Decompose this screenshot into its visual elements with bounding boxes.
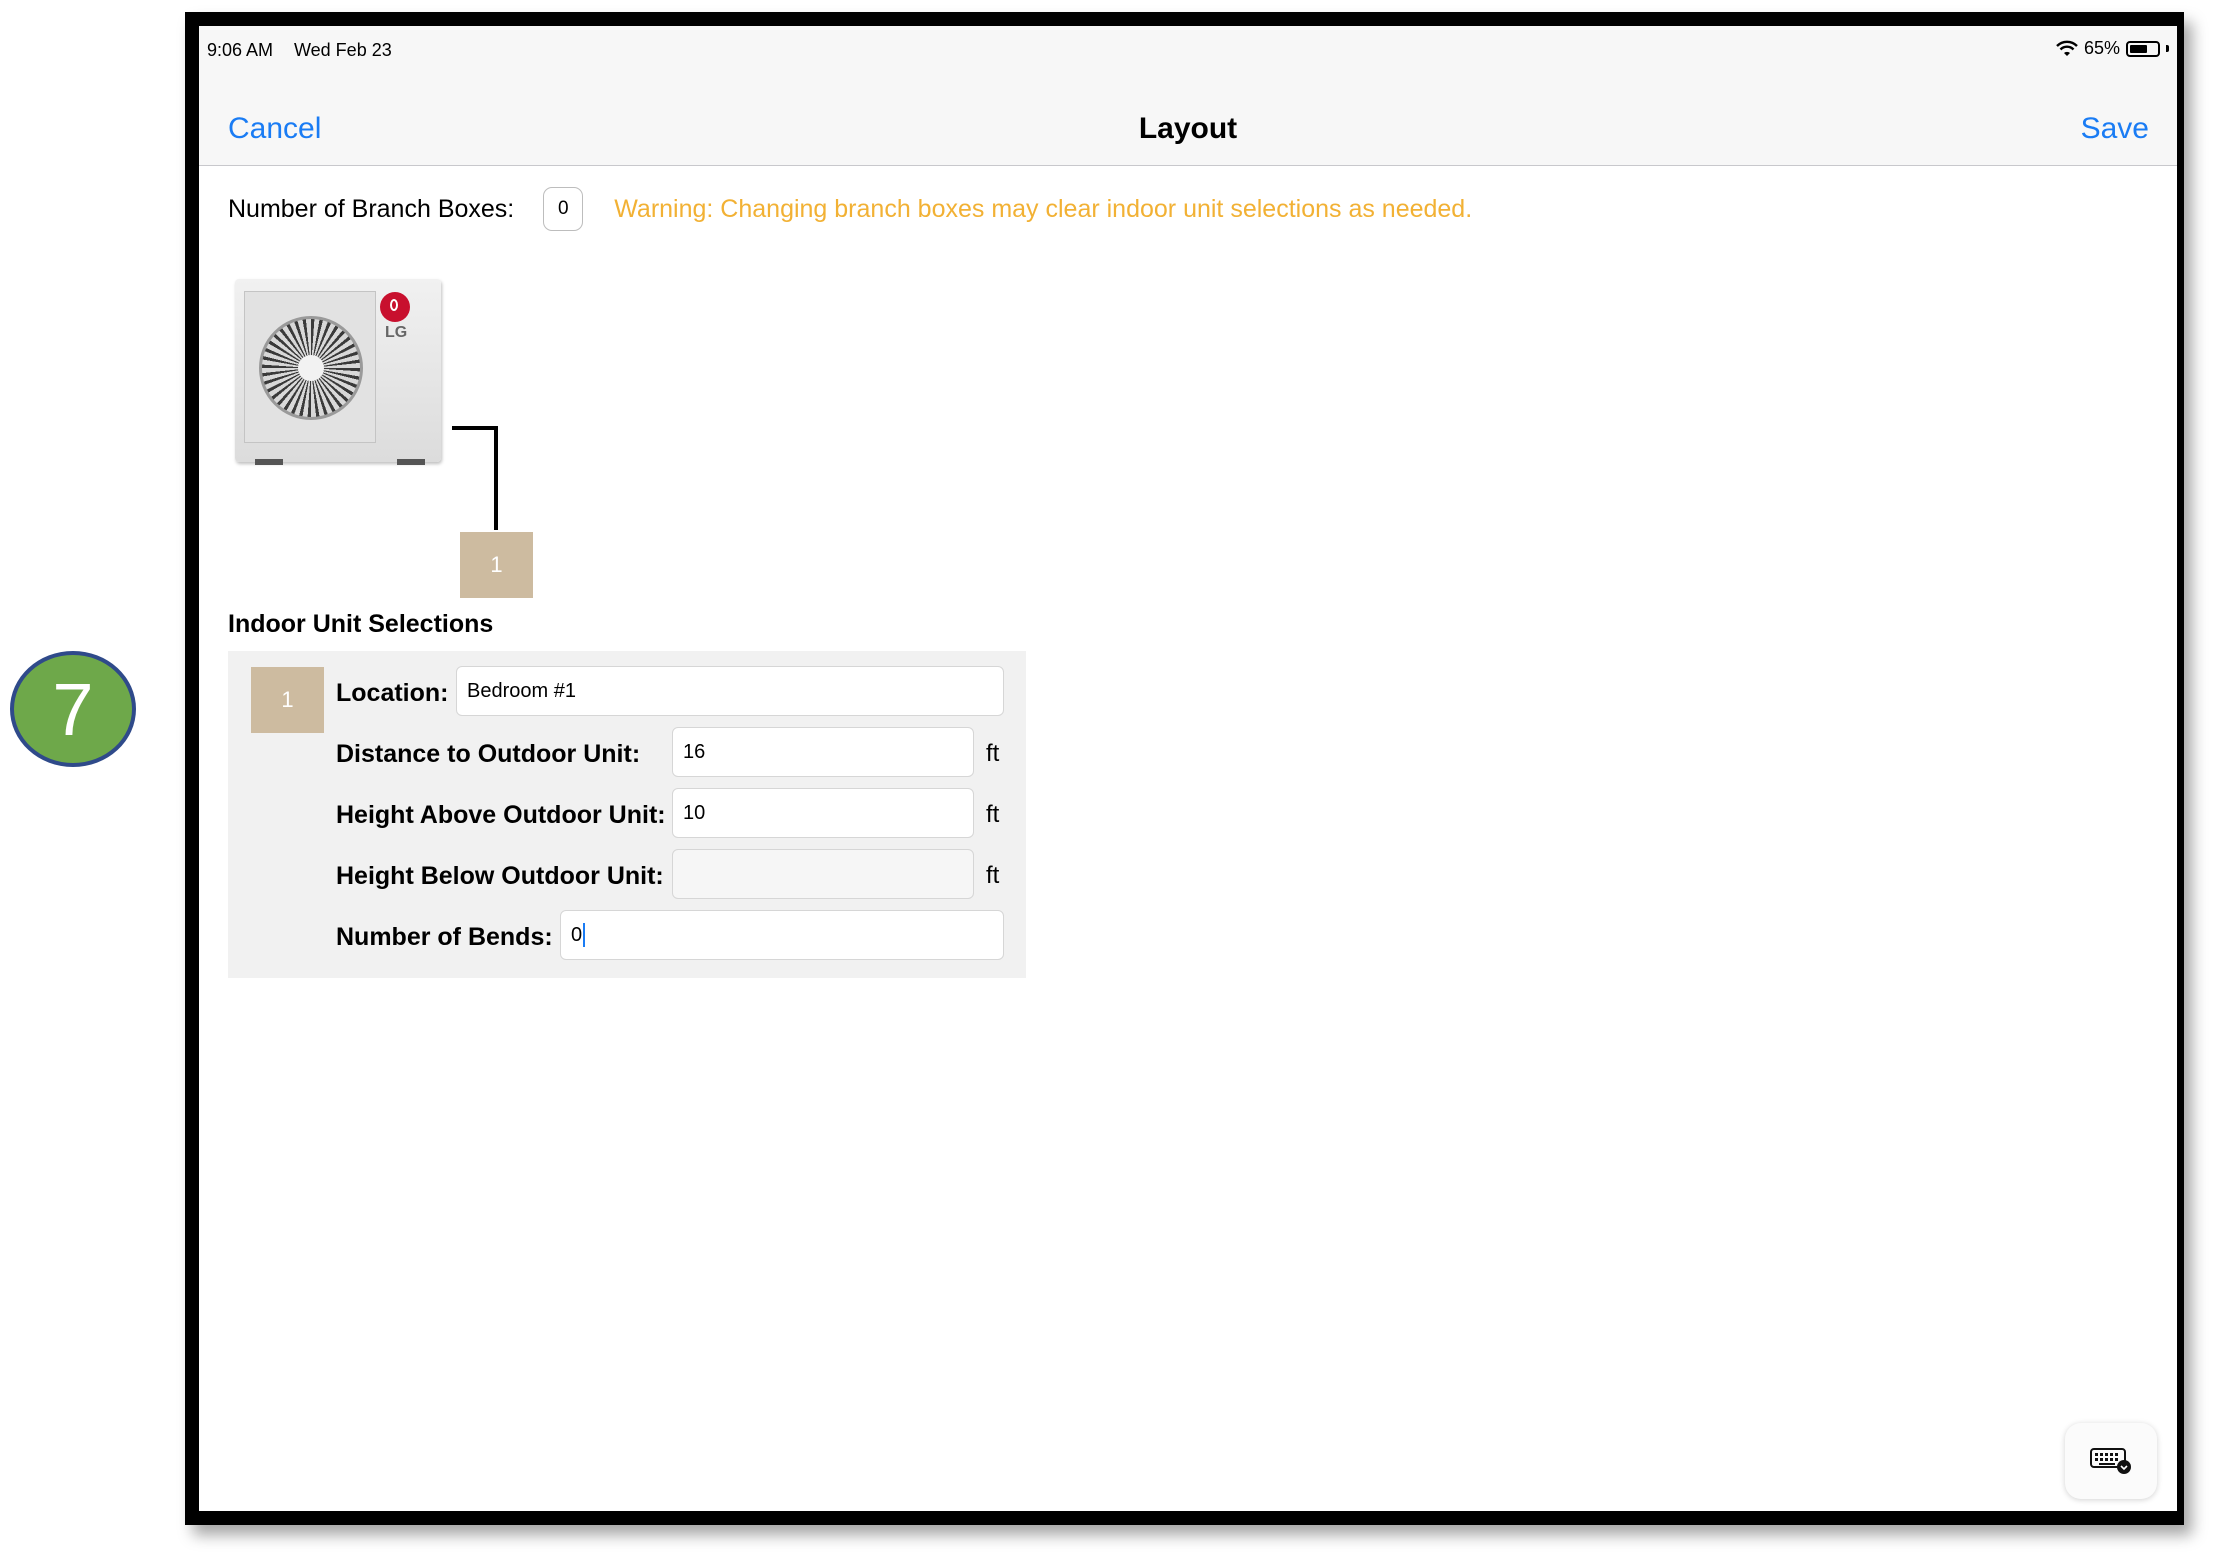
keyboard-dismiss-icon	[2090, 1448, 2131, 1474]
outdoor-unit-grille	[244, 291, 376, 443]
tablet-frame: 9:06 AM Wed Feb 23 65% Cancel Layout Sav…	[185, 12, 2184, 1525]
battery-cap	[2166, 45, 2169, 52]
outdoor-unit-image: LG	[235, 279, 441, 465]
branch-boxes-label: Number of Branch Boxes:	[228, 194, 515, 223]
height-below-input[interactable]	[672, 849, 974, 899]
status-bar: 9:06 AM Wed Feb 23 65%	[199, 26, 2177, 70]
branch-boxes-warning: Warning: Changing branch boxes may clear…	[614, 194, 1473, 223]
height-above-unit: ft	[986, 801, 1000, 828]
location-label: Location:	[336, 679, 449, 707]
battery-percent: 65%	[2083, 38, 2120, 58]
bends-input[interactable]: 0	[560, 910, 1004, 960]
navigation-bar: Cancel Layout Save	[199, 70, 2177, 166]
status-time: 9:06 AM	[207, 40, 274, 60]
outdoor-unit-feet	[255, 459, 425, 465]
page-title: Layout	[1138, 112, 1238, 145]
step-number-badge: 7	[10, 651, 136, 767]
text-cursor	[583, 923, 586, 947]
status-indicators: 65%	[2056, 38, 2169, 59]
indoor-unit-selections-heading: Indoor Unit Selections	[228, 610, 494, 638]
status-date: Wed Feb 23	[294, 40, 392, 60]
save-button[interactable]: Save	[2081, 112, 2149, 146]
refrigerant-line-horizontal	[452, 426, 498, 430]
branch-boxes-row: Number of Branch Boxes: 0 Warning: Chang…	[228, 186, 1472, 232]
battery-icon	[2126, 40, 2160, 57]
refrigerant-line-vertical	[494, 426, 498, 530]
height-below-unit: ft	[986, 862, 1000, 889]
wifi-icon	[2056, 40, 2078, 56]
distance-unit: ft	[986, 740, 1000, 767]
branch-boxes-input[interactable]: 0	[543, 187, 584, 231]
distance-label: Distance to Outdoor Unit:	[336, 740, 641, 768]
indoor-unit-number-box: 1	[251, 667, 324, 733]
indoor-unit-panel: 1 Location: Bedroom #1 Distance to Outdo…	[228, 651, 1026, 978]
location-input[interactable]: Bedroom #1	[456, 666, 1004, 716]
height-below-label: Height Below Outdoor Unit:	[336, 862, 664, 890]
height-above-label: Height Above Outdoor Unit:	[336, 801, 666, 829]
outdoor-unit-brand: LG	[385, 324, 408, 341]
bends-value: 0	[571, 923, 583, 946]
keyboard-dismiss-button[interactable]	[2065, 1423, 2157, 1499]
fan-icon	[259, 316, 363, 420]
bends-label: Number of Bends:	[336, 923, 553, 951]
app-screen: 9:06 AM Wed Feb 23 65% Cancel Layout Sav…	[199, 26, 2177, 1511]
height-above-input[interactable]: 10	[672, 788, 974, 838]
distance-input[interactable]: 16	[672, 727, 974, 777]
battery-fill	[2130, 44, 2147, 53]
lg-logo-icon	[380, 292, 410, 322]
indoor-unit-diagram-box[interactable]: 1	[460, 532, 533, 598]
